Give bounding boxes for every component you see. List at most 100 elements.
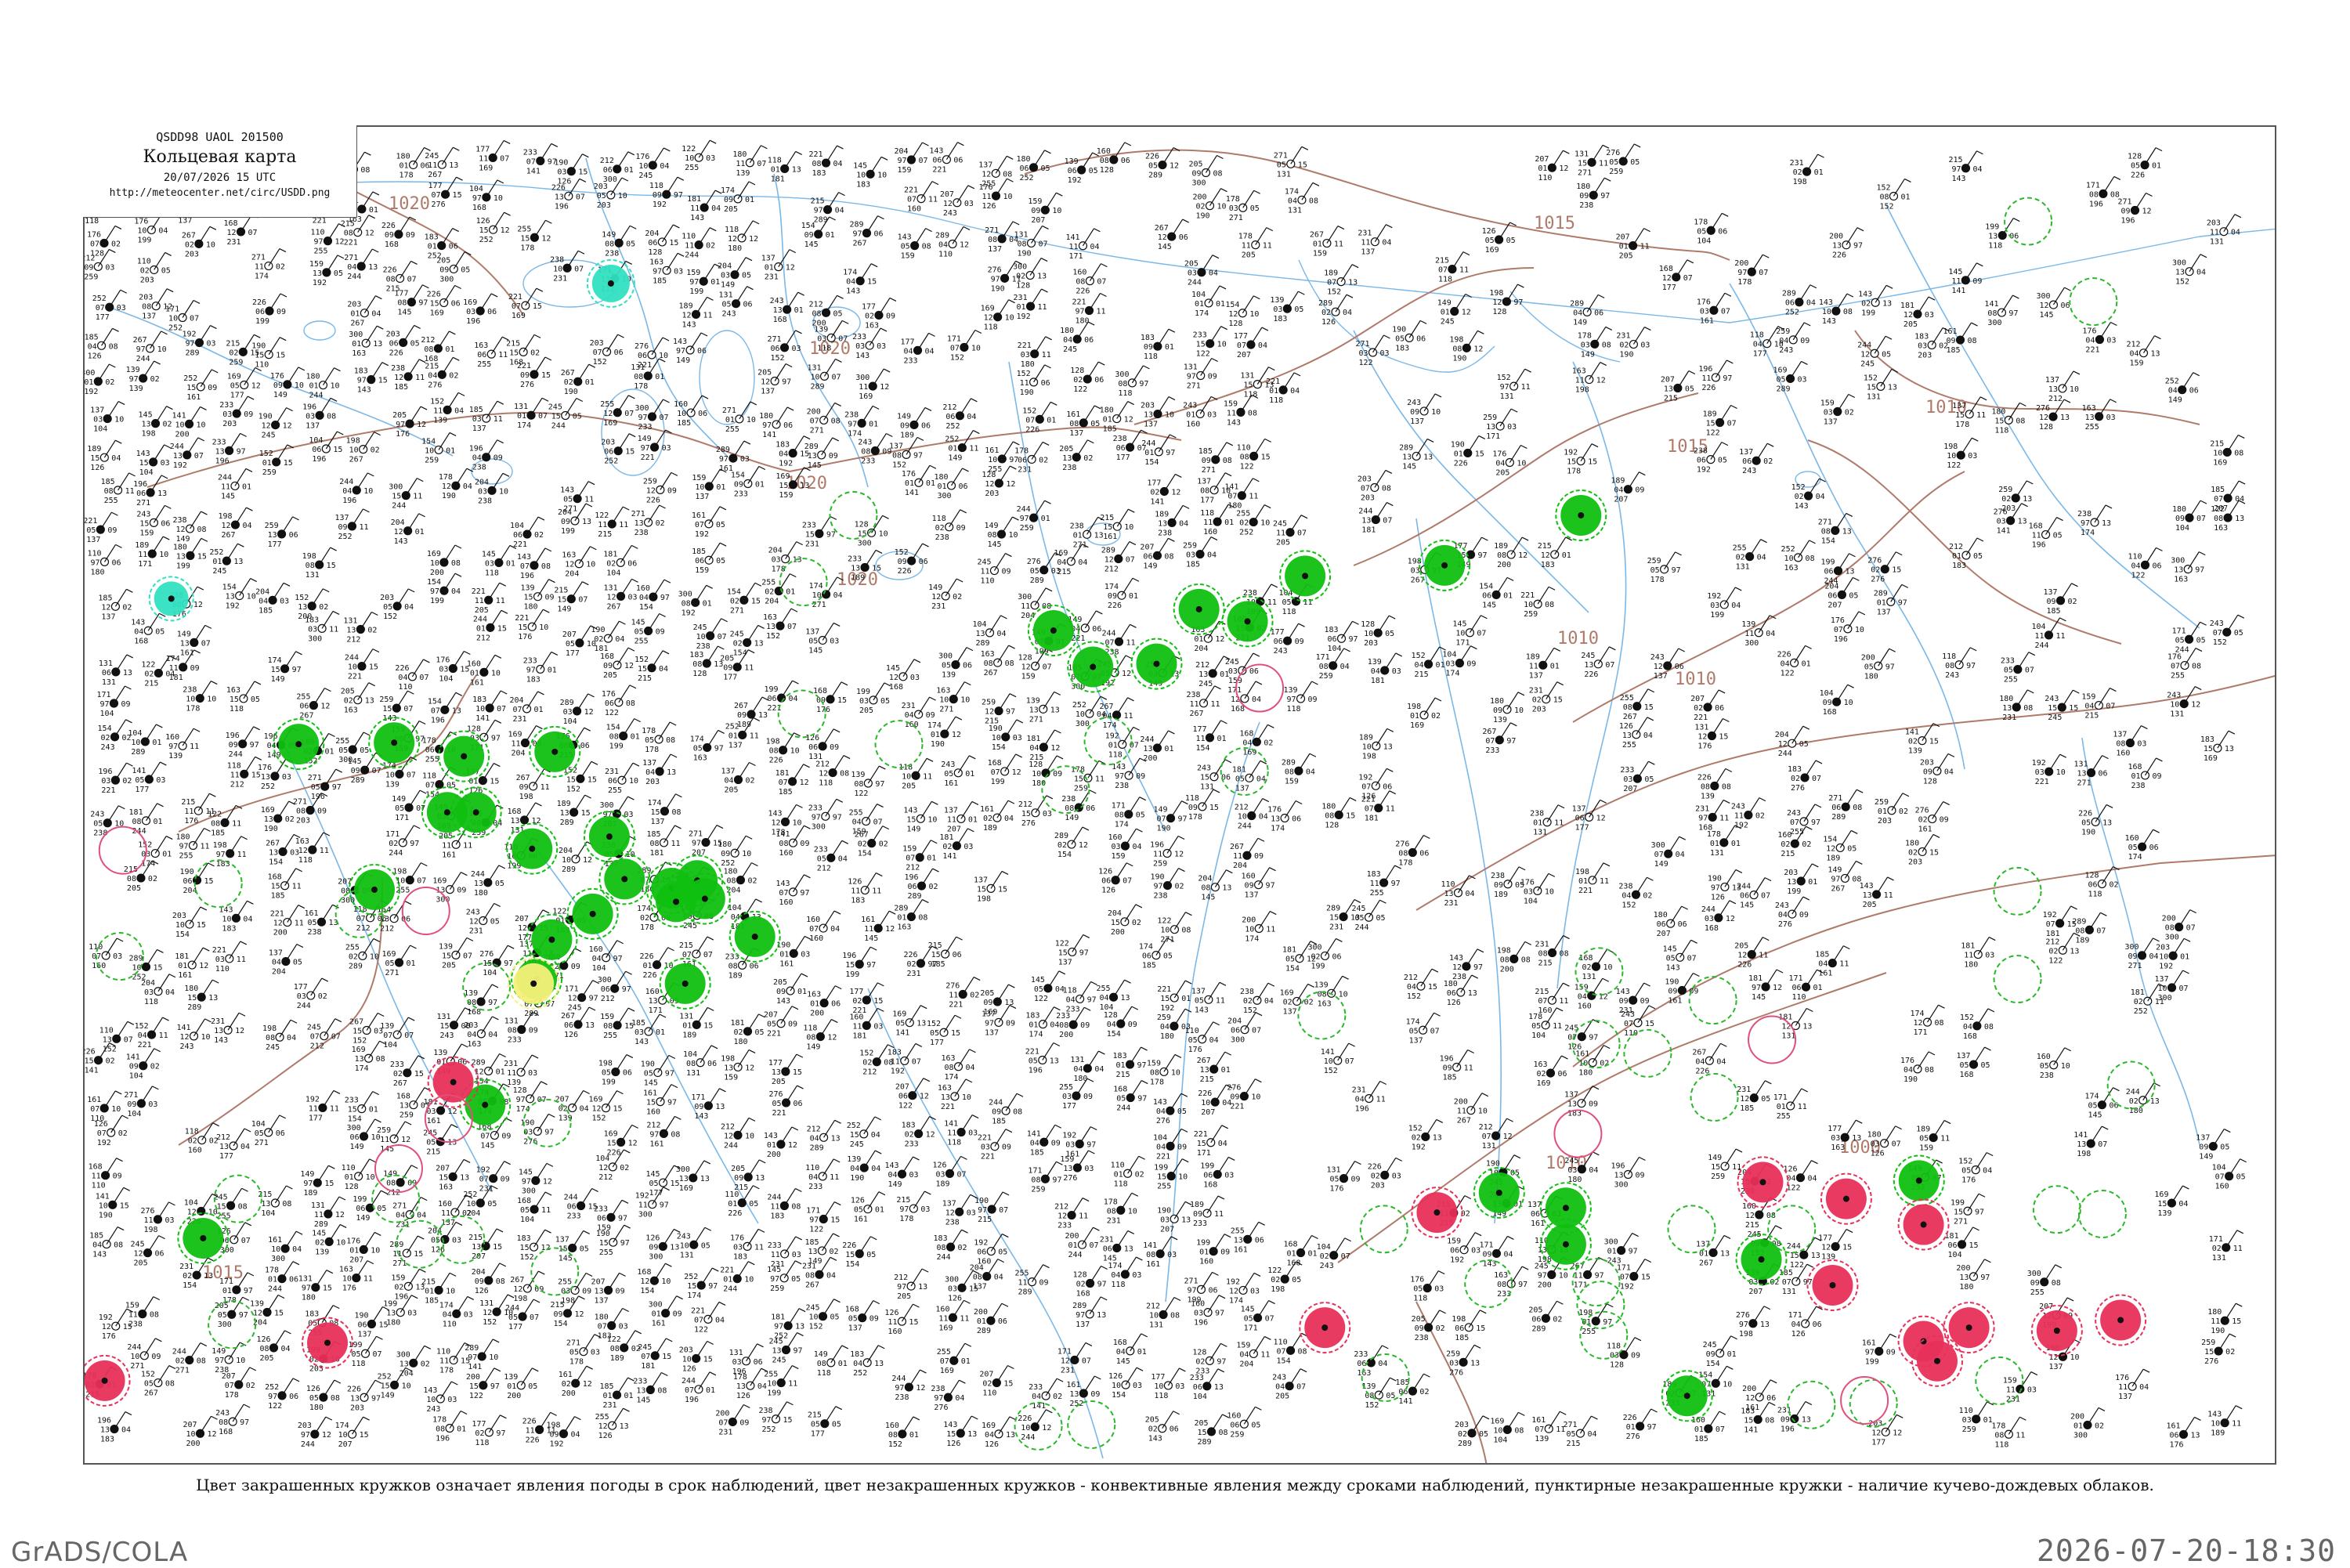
svg-text:97: 97: [1020, 515, 1029, 523]
station-plot: 1901212245: [258, 408, 293, 440]
svg-text:267: 267: [516, 774, 530, 782]
station-plot: 2071513163: [436, 1159, 470, 1191]
svg-text:198: 198: [346, 437, 360, 446]
station-plot: 3000904271: [2124, 938, 2159, 970]
svg-text:97: 97: [653, 267, 662, 276]
svg-text:01: 01: [152, 739, 161, 747]
svg-text:183: 183: [812, 169, 826, 178]
svg-text:238: 238: [172, 516, 186, 525]
svg-text:196: 196: [302, 403, 316, 411]
svg-text:12: 12: [442, 482, 451, 491]
svg-text:13: 13: [1029, 706, 1039, 714]
svg-text:09: 09: [734, 480, 743, 489]
svg-text:05: 05: [1882, 350, 1891, 359]
station-plot: 1390707104: [380, 1017, 414, 1050]
station-plot: 1040705160: [2212, 1159, 2247, 1191]
svg-text:01: 01: [624, 166, 634, 175]
station-plot: 2551109289: [1015, 1265, 1050, 1297]
station-plot: 2551512178: [517, 220, 551, 252]
svg-text:203: 203: [347, 301, 361, 309]
station-plot: 1261003154: [1108, 1367, 1143, 1400]
station-plot: 2339701183: [523, 652, 558, 684]
filled-weather-circle: [1280, 551, 1330, 601]
svg-text:07: 07: [810, 417, 819, 425]
svg-text:289: 289: [976, 639, 990, 648]
svg-text:255: 255: [1622, 741, 1636, 750]
station-plot: 2001110267: [1454, 1093, 1488, 1125]
svg-text:243: 243: [2210, 620, 2224, 628]
station-plot: 2310411196: [1352, 1082, 1386, 1114]
filled-weather-circle: [1899, 1200, 1949, 1250]
svg-text:97: 97: [848, 420, 857, 428]
svg-text:10: 10: [685, 154, 694, 163]
svg-text:10: 10: [1844, 699, 1853, 707]
svg-text:04: 04: [2231, 229, 2240, 237]
svg-text:10: 10: [1005, 314, 1014, 323]
svg-text:176: 176: [436, 656, 450, 664]
svg-text:11: 11: [190, 742, 199, 751]
svg-text:118: 118: [1243, 391, 1257, 399]
svg-text:09: 09: [406, 231, 415, 240]
svg-text:143: 143: [898, 233, 912, 242]
svg-text:10: 10: [2170, 701, 2179, 710]
station-plot: 1370602243: [1739, 443, 1773, 475]
station-plot: 1981312159: [721, 1050, 755, 1082]
source-url[interactable]: http://meteocenter.net/circ/USDD.png: [83, 187, 356, 199]
svg-text:01: 01: [1436, 661, 1445, 670]
station-plot: 1901003154: [989, 720, 1023, 752]
station-plot: 2070112110: [1535, 150, 1569, 182]
station-plot: 3000801192: [678, 585, 713, 617]
svg-text:02: 02: [111, 240, 121, 248]
svg-text:289: 289: [185, 349, 199, 358]
svg-text:13: 13: [2174, 566, 2183, 575]
station-plot: 1710904143: [1479, 1236, 1513, 1268]
svg-text:141: 141: [475, 714, 490, 723]
station-plot: 2330215267: [390, 1056, 425, 1088]
svg-text:276: 276: [432, 201, 446, 209]
svg-text:110: 110: [88, 549, 102, 558]
svg-text:03: 03: [1445, 660, 1455, 669]
svg-text:12: 12: [646, 486, 656, 495]
svg-text:143: 143: [846, 287, 860, 296]
svg-text:198: 198: [1362, 752, 1376, 761]
svg-text:131: 131: [1736, 563, 1750, 572]
svg-text:245: 245: [1860, 359, 1875, 368]
svg-text:01: 01: [1144, 449, 1154, 457]
svg-text:07: 07: [538, 412, 548, 421]
svg-text:174: 174: [927, 721, 942, 730]
svg-text:276: 276: [2036, 404, 2050, 413]
svg-text:03: 03: [563, 708, 573, 717]
svg-text:289: 289: [1101, 547, 1115, 555]
station-plot: 1371310212: [2045, 371, 2080, 403]
svg-text:289: 289: [716, 446, 730, 454]
svg-text:03: 03: [1918, 342, 1927, 351]
svg-text:126: 126: [982, 202, 996, 211]
svg-text:04: 04: [711, 204, 721, 213]
svg-text:300: 300: [1744, 639, 1759, 648]
svg-text:08: 08: [1545, 601, 1554, 609]
svg-text:176: 176: [134, 218, 148, 226]
station-plot: 2430705152: [2210, 615, 2244, 647]
svg-text:215: 215: [1057, 568, 1071, 576]
station-plot: 1719715122: [806, 1202, 841, 1234]
svg-text:15: 15: [1567, 458, 1576, 467]
svg-text:12: 12: [1122, 670, 1131, 678]
svg-text:10: 10: [790, 747, 800, 756]
station-plot: 1710211131: [2209, 1230, 2243, 1263]
svg-text:118: 118: [85, 217, 99, 226]
station-plot: 2890312104: [560, 694, 595, 726]
svg-text:104: 104: [606, 569, 620, 577]
station-plot: 2129713205: [894, 1269, 928, 1301]
svg-text:05: 05: [161, 266, 171, 275]
svg-text:205: 205: [603, 671, 617, 680]
station-plot: 2551207169: [600, 396, 634, 428]
station-plot: 1600997137: [1242, 868, 1276, 900]
svg-text:189: 189: [1324, 269, 1338, 278]
svg-text:300: 300: [439, 275, 454, 284]
svg-text:176: 176: [396, 430, 410, 439]
svg-text:11: 11: [169, 664, 179, 673]
svg-text:154: 154: [1195, 744, 1209, 753]
station-plot: 1491307161: [177, 625, 212, 657]
svg-text:118: 118: [1942, 652, 1956, 661]
station-plot: 2671206145: [1155, 219, 1189, 251]
